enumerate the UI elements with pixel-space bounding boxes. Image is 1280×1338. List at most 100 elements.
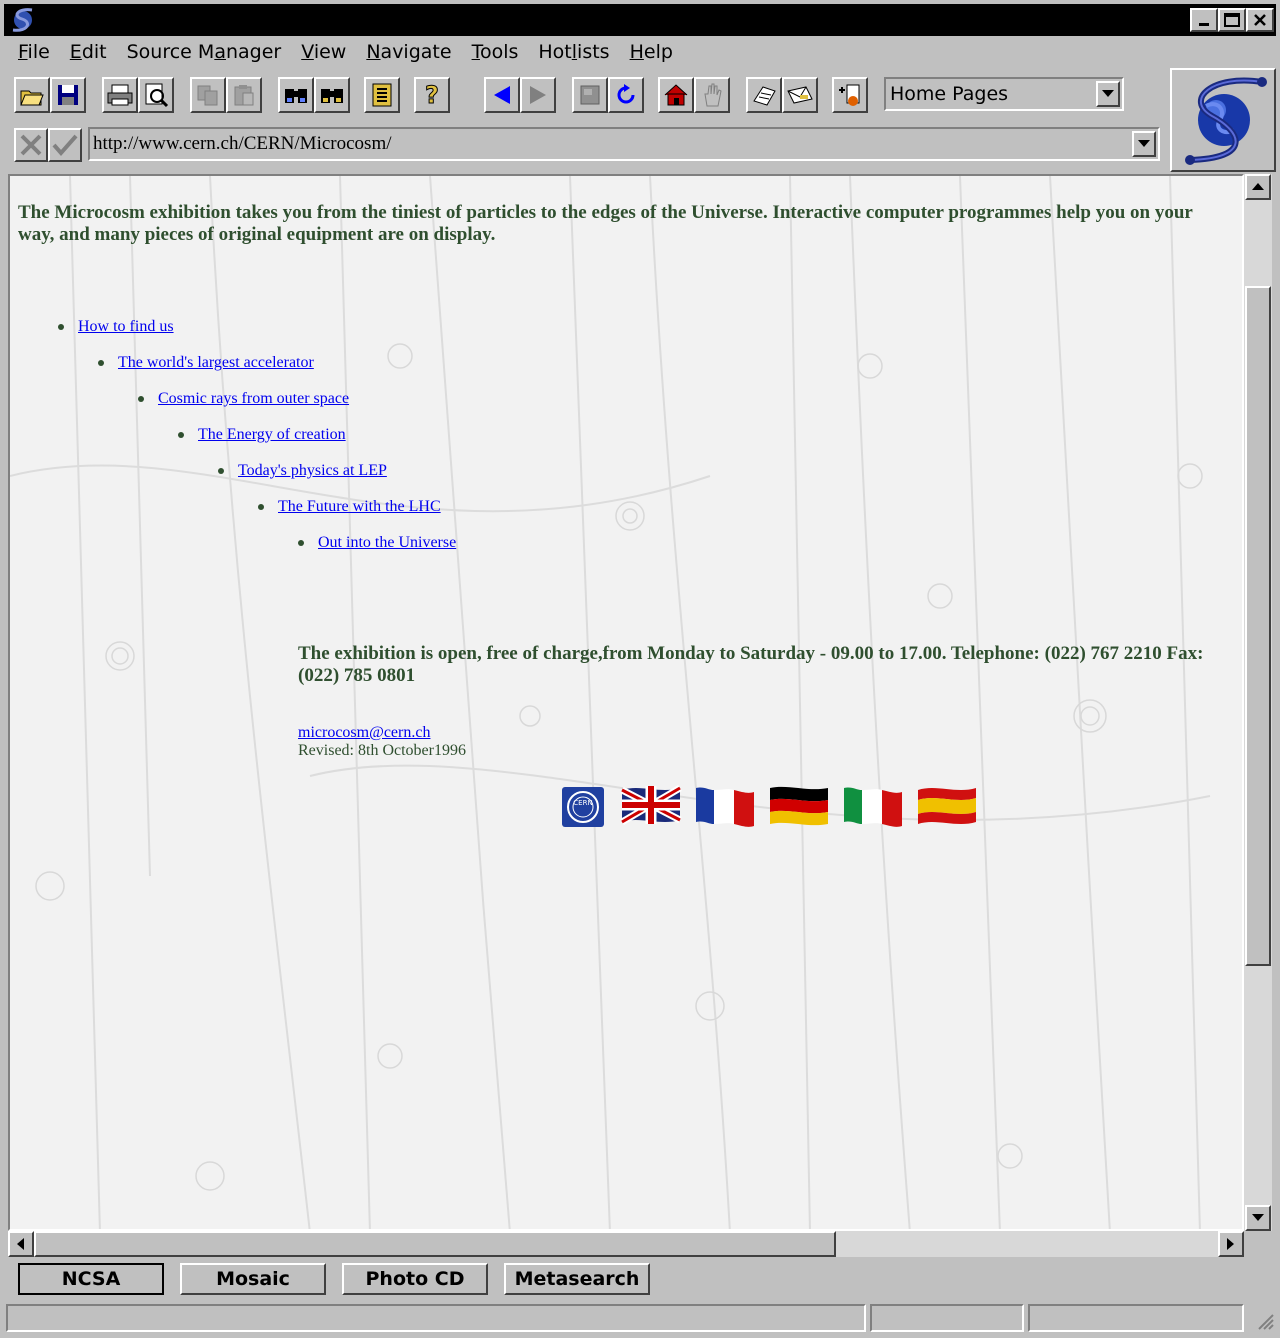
nav-link[interactable]: The Future with the LHC bbox=[278, 498, 441, 516]
italy-flag-icon[interactable] bbox=[842, 784, 904, 828]
contact-block: microcosm@cern.ch Revised: 8th October19… bbox=[298, 724, 466, 760]
url-field[interactable] bbox=[88, 127, 1160, 161]
menu-file[interactable]: File bbox=[4, 37, 60, 67]
list-item: Cosmic rays from outer space bbox=[138, 390, 349, 408]
nav-link[interactable]: Today's physics at LEP bbox=[238, 462, 387, 480]
bullet-icon bbox=[178, 432, 184, 438]
hotlist-select-value: Home Pages bbox=[890, 83, 1009, 105]
mosaic-logo[interactable] bbox=[1170, 68, 1276, 172]
hand-button[interactable] bbox=[694, 77, 730, 113]
home-button[interactable] bbox=[658, 77, 694, 113]
mosaic-s-icon[interactable] bbox=[8, 6, 38, 34]
chevron-down-icon bbox=[1138, 140, 1150, 147]
scroll-down-button[interactable] bbox=[1245, 1205, 1271, 1231]
newspaper-icon bbox=[753, 86, 776, 106]
list-item: Out into the Universe bbox=[298, 534, 456, 552]
bookmark-mosaic[interactable]: Mosaic bbox=[180, 1263, 326, 1295]
background-pattern bbox=[10, 176, 1211, 1229]
nav-link[interactable]: The Energy of creation bbox=[198, 426, 346, 444]
question-mark-icon: ? bbox=[425, 81, 440, 109]
printer-icon bbox=[107, 84, 133, 106]
email-link[interactable]: microcosm@cern.ch bbox=[298, 724, 430, 741]
back-arrow-icon bbox=[494, 86, 510, 104]
checkmark-icon bbox=[52, 134, 78, 157]
germany-flag-icon[interactable] bbox=[768, 784, 830, 828]
reload-button[interactable] bbox=[608, 77, 644, 113]
save-button[interactable] bbox=[50, 77, 86, 113]
scroll-right-button[interactable] bbox=[1218, 1231, 1244, 1257]
vertical-scrollbar[interactable] bbox=[1244, 174, 1272, 1231]
url-history-dropdown[interactable] bbox=[1132, 131, 1156, 157]
mail-button[interactable] bbox=[782, 77, 818, 113]
spain-flag-icon[interactable] bbox=[916, 784, 978, 828]
bullet-icon bbox=[298, 540, 304, 546]
add-to-hotlist-button[interactable] bbox=[832, 77, 868, 113]
menu-tools[interactable]: Tools bbox=[462, 37, 529, 67]
nav-link[interactable]: Cosmic rays from outer space bbox=[158, 390, 349, 408]
hotlist-dropdown-button[interactable] bbox=[1096, 81, 1120, 107]
hotlist-select[interactable]: Home Pages bbox=[884, 77, 1124, 111]
menu-source-manager[interactable]: Source Manager bbox=[117, 37, 292, 67]
menu-help[interactable]: Help bbox=[620, 37, 683, 67]
reload-icon bbox=[617, 84, 635, 104]
cern-logo-icon[interactable]: CERN bbox=[558, 783, 608, 829]
forward-button[interactable] bbox=[520, 77, 556, 113]
bullet-icon bbox=[58, 324, 64, 330]
print-button[interactable] bbox=[102, 77, 138, 113]
minimize-button[interactable] bbox=[1190, 8, 1218, 32]
quick-links-bar: NCSA Mosaic Photo CD Metasearch bbox=[4, 1258, 1276, 1300]
title-bar[interactable] bbox=[4, 4, 1276, 36]
list-item: The world's largest accelerator bbox=[98, 354, 314, 372]
news-button[interactable] bbox=[746, 77, 782, 113]
horizontal-scroll-thumb[interactable] bbox=[34, 1231, 836, 1257]
spinning-globe-icon bbox=[1185, 77, 1267, 165]
bookmark-metasearch[interactable]: Metasearch bbox=[504, 1263, 650, 1295]
copy-button[interactable] bbox=[190, 77, 226, 113]
menu-navigate[interactable]: Navigate bbox=[356, 37, 461, 67]
x-mark-icon bbox=[20, 134, 42, 156]
vertical-scroll-thumb[interactable] bbox=[1245, 286, 1271, 966]
arrow-down-icon bbox=[1252, 1214, 1264, 1221]
maximize-icon bbox=[1224, 13, 1240, 27]
bookmark-ncsa[interactable]: NCSA bbox=[18, 1263, 164, 1295]
confirm-url-button[interactable] bbox=[48, 128, 82, 162]
opening-hours: The exhibition is open, free of charge,f… bbox=[298, 643, 1204, 686]
menu-hotlists[interactable]: Hotlists bbox=[528, 37, 619, 67]
paste-button[interactable] bbox=[226, 77, 262, 113]
menu-edit[interactable]: Edit bbox=[60, 37, 117, 67]
bullet-icon bbox=[258, 504, 264, 510]
bullet-icon bbox=[218, 468, 224, 474]
horizontal-scrollbar[interactable] bbox=[8, 1231, 1244, 1257]
list-item: Today's physics at LEP bbox=[218, 462, 387, 480]
url-input[interactable] bbox=[90, 133, 1132, 155]
scroll-left-button[interactable] bbox=[8, 1231, 34, 1257]
binoculars-icon bbox=[285, 89, 307, 103]
open-button[interactable] bbox=[14, 77, 50, 113]
find-next-button[interactable] bbox=[314, 77, 350, 113]
document-list-icon bbox=[372, 83, 392, 107]
close-icon bbox=[1254, 14, 1266, 26]
document-source-button[interactable] bbox=[364, 77, 400, 113]
print-preview-button[interactable] bbox=[138, 77, 174, 113]
page-content: The Microcosm exhibition takes you from … bbox=[8, 174, 1244, 1231]
help-button[interactable]: ? bbox=[414, 77, 450, 113]
uk-flag-icon[interactable] bbox=[620, 784, 682, 828]
add-hotlist-icon bbox=[839, 84, 860, 106]
france-flag-icon[interactable] bbox=[694, 784, 756, 828]
resize-grip-icon[interactable] bbox=[1256, 1312, 1274, 1330]
nav-link[interactable]: How to find us bbox=[78, 318, 174, 336]
nav-link[interactable]: Out into the Universe bbox=[318, 534, 456, 552]
close-button[interactable] bbox=[1246, 8, 1274, 32]
stop-square-icon bbox=[580, 85, 600, 105]
maximize-button[interactable] bbox=[1218, 8, 1246, 32]
find-button[interactable] bbox=[278, 77, 314, 113]
bookmark-photo-cd[interactable]: Photo CD bbox=[342, 1263, 488, 1295]
menu-view[interactable]: View bbox=[291, 37, 356, 67]
nav-link[interactable]: The world's largest accelerator bbox=[118, 354, 314, 372]
cancel-url-button[interactable] bbox=[14, 128, 48, 162]
chevron-down-icon bbox=[1102, 90, 1114, 97]
status-progress bbox=[870, 1304, 1024, 1332]
back-button[interactable] bbox=[484, 77, 520, 113]
stop-load-button[interactable] bbox=[572, 77, 608, 113]
scroll-up-button[interactable] bbox=[1245, 174, 1271, 200]
